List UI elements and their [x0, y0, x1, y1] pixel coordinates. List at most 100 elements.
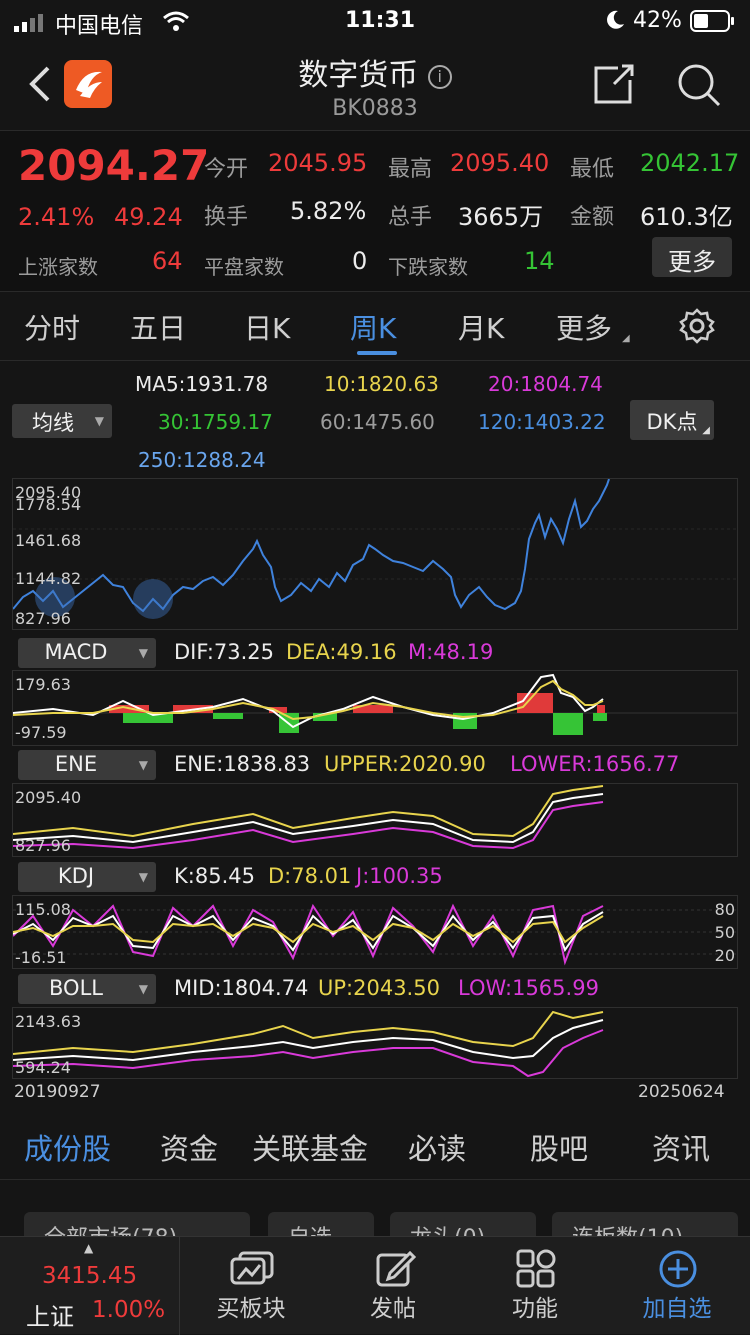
- ene-chart[interactable]: 2095.40 827.96: [12, 783, 738, 857]
- share-icon[interactable]: [592, 62, 636, 110]
- macd-axis-top: 179.63: [15, 675, 71, 694]
- kdj-selector-label: KDJ: [57, 864, 95, 888]
- quote-panel: 2094.27 2.41% 49.24 上涨家数 64 今开 2045.95 最…: [0, 130, 750, 292]
- nav-header: 数字货币 i BK0883: [0, 42, 750, 130]
- boll-selector-label: BOLL: [49, 976, 103, 1000]
- down-count-label: 下跌家数: [388, 255, 468, 279]
- kdj-d: D:78.01: [268, 864, 352, 888]
- kdj-ref-80: 80: [714, 900, 735, 919]
- kdj-axis-top: 115.08: [15, 900, 71, 919]
- ma250-value: 250:1288.24: [138, 448, 266, 472]
- high-label: 最高: [388, 157, 433, 182]
- ma5-value: MA5:1931.78: [135, 372, 269, 396]
- boll-chart[interactable]: 2143.63 594.24: [12, 1007, 738, 1079]
- nav-functions[interactable]: 功能: [464, 1237, 606, 1335]
- moon-icon: [604, 9, 626, 37]
- index-ticker[interactable]: ▲ 3415.45 上证 1.00%: [0, 1237, 180, 1335]
- tab-must-read[interactable]: 必读: [408, 1126, 466, 1168]
- search-icon[interactable]: [676, 62, 722, 112]
- battery-icon: [690, 9, 736, 39]
- macd-chart[interactable]: 179.63 -97.59: [12, 670, 738, 746]
- signal-icon: [14, 12, 48, 38]
- add-circle-icon: [658, 1249, 698, 1293]
- turnover-value: 5.82%: [290, 197, 367, 225]
- change-percent: 2.41%: [18, 203, 95, 231]
- dk-point-button[interactable]: DK点 ◢: [630, 400, 714, 440]
- settings-gear-icon[interactable]: [678, 307, 716, 349]
- ma-legend: MA5:1931.78 10:1820.63 20:1804.74 30:175…: [0, 362, 750, 474]
- tab-five-day[interactable]: 五日: [130, 307, 186, 347]
- ma10-value: 10:1820.63: [324, 372, 439, 396]
- boll-selector[interactable]: BOLL ▼: [18, 974, 156, 1004]
- macd-m: M:48.19: [408, 640, 494, 664]
- index-name: 上证: [26, 1303, 74, 1331]
- tab-intraday[interactable]: 分时: [24, 307, 80, 347]
- kdj-axis-bottom: -16.51: [15, 948, 67, 967]
- tab-daily-k[interactable]: 日K: [244, 307, 290, 347]
- up-count-label: 上涨家数: [18, 255, 98, 279]
- macd-selector-label: MACD: [44, 640, 108, 664]
- index-value: 3415.45: [42, 1263, 138, 1289]
- price-line: [13, 479, 610, 613]
- kdj-selector[interactable]: KDJ ▼: [18, 862, 156, 892]
- clock: 11:31: [345, 8, 416, 33]
- price-axis-1: 1778.54: [15, 495, 82, 514]
- tab-forum[interactable]: 股吧: [530, 1126, 588, 1168]
- wifi-icon: [162, 10, 190, 38]
- macd-selector[interactable]: MACD ▼: [18, 638, 156, 668]
- nav-post[interactable]: 发帖: [322, 1237, 464, 1335]
- ene-upper: UPPER:2020.90: [324, 752, 486, 776]
- main-price-chart[interactable]: 2095.40 1778.54 1461.68 1144.82 827.96: [12, 478, 738, 630]
- nav-buy-sector[interactable]: 买板块: [180, 1237, 322, 1335]
- more-quote-button[interactable]: 更多: [652, 237, 732, 277]
- battery-percent: 42%: [633, 8, 682, 33]
- ene-value: ENE:1838.83: [174, 752, 311, 776]
- compose-icon: [374, 1247, 417, 1293]
- content-tabs: 成份股 资金 关联基金 必读 股吧 资讯: [0, 1108, 750, 1180]
- tab-capital-flow[interactable]: 资金: [160, 1126, 218, 1168]
- ene-selector[interactable]: ENE ▼: [18, 750, 156, 780]
- date-end: 20250624: [638, 1082, 725, 1102]
- filter-chips: 全部市场(78) 自选 龙头(0) 连板数(10): [0, 1200, 750, 1252]
- turnover-label: 换手: [204, 205, 249, 230]
- dropdown-caret-icon: ▼: [138, 870, 148, 884]
- tab-related-funds[interactable]: 关联基金: [252, 1126, 368, 1168]
- index-percent: 1.00%: [92, 1297, 166, 1323]
- ma-selector[interactable]: 均线 ▼: [12, 404, 112, 438]
- flat-count: 0: [352, 247, 368, 275]
- dropdown-caret-icon: ▼: [94, 414, 104, 428]
- boll-axis-top: 2143.63: [15, 1012, 82, 1031]
- amount-label: 金额: [570, 205, 615, 230]
- signal-marker[interactable]: [133, 579, 173, 619]
- bottom-nav: ▲ 3415.45 上证 1.00% 买板块 发帖 功能 加自选: [0, 1236, 750, 1335]
- tab-weekly-k[interactable]: 周K: [350, 307, 396, 347]
- last-price: 2094.27: [18, 141, 210, 190]
- ma30-value: 30:1759.17: [158, 410, 273, 434]
- ma60-value: 60:1475.60: [320, 410, 435, 434]
- tab-more[interactable]: 更多: [556, 307, 612, 347]
- page-title: 数字货币: [298, 58, 419, 93]
- tab-news[interactable]: 资讯: [652, 1126, 710, 1168]
- tab-monthly-k[interactable]: 月K: [458, 307, 504, 347]
- nav-buy-sector-label: 买板块: [216, 1296, 286, 1322]
- dropdown-caret-icon: ▼: [138, 646, 148, 660]
- low-label: 最低: [570, 157, 615, 182]
- page-title-wrap: 数字货币 i: [0, 50, 750, 94]
- ma120-value: 120:1403.22: [478, 410, 606, 434]
- dropdown-caret-icon: ▼: [138, 758, 148, 772]
- boll-mid-line: [13, 1019, 604, 1062]
- nav-add-watchlist[interactable]: 加自选: [606, 1237, 748, 1335]
- ene-selector-label: ENE: [54, 752, 98, 776]
- boll-mid: MID:1804.74: [174, 976, 309, 1000]
- kdj-chart[interactable]: 115.08 -16.51 80 50 20: [12, 895, 738, 969]
- kdj-ref-50: 50: [714, 923, 735, 942]
- open-label: 今开: [204, 157, 249, 182]
- macd-dif: DIF:73.25: [174, 640, 275, 664]
- macd-histogram: [109, 693, 607, 735]
- flat-count-label: 平盘家数: [204, 255, 284, 279]
- volume-label: 总手: [388, 205, 433, 230]
- tab-constituents[interactable]: 成份股: [24, 1126, 111, 1168]
- ma-selector-label: 均线: [32, 411, 74, 435]
- corner-caret-icon: ◢: [702, 425, 710, 436]
- info-icon[interactable]: i: [427, 64, 452, 89]
